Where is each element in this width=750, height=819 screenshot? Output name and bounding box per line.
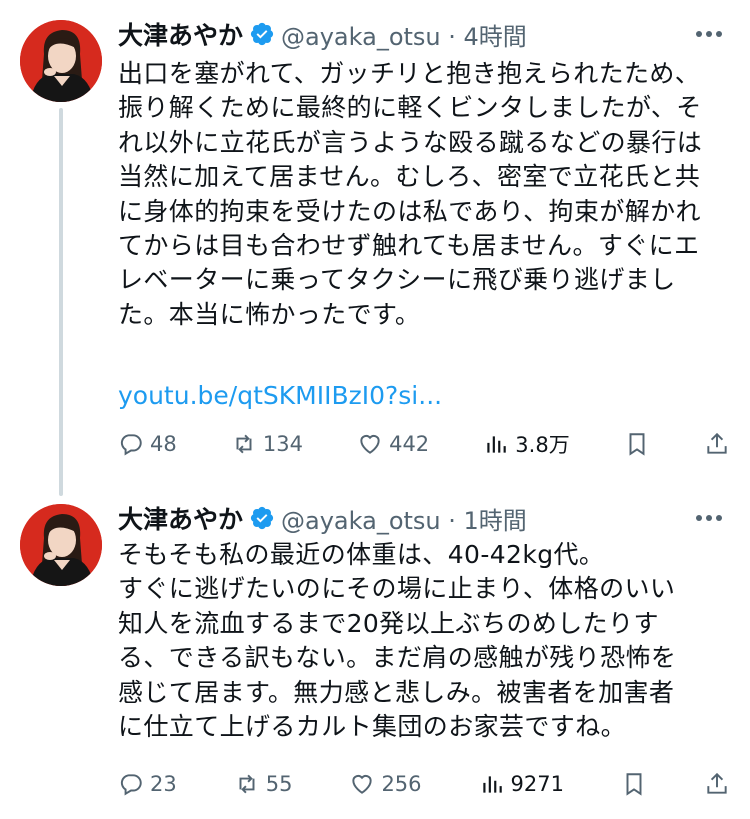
- bookmark-button[interactable]: [621, 771, 647, 797]
- display-name[interactable]: 大津あやか: [118, 500, 243, 536]
- reply-button[interactable]: 48: [118, 431, 177, 457]
- text-line: 知人を流血するまで20発以上ぶちのめしたりす: [118, 608, 659, 638]
- display-name[interactable]: 大津あやか: [118, 16, 243, 52]
- verified-badge-icon: [249, 505, 275, 531]
- text-line: レベーターに乗ってタクシーに飛び乗り逃げまし: [118, 265, 676, 295]
- text-line: そもそも私の最近の体重は、40-42kg代。: [118, 540, 605, 569]
- like-button[interactable]: 256: [349, 771, 422, 797]
- tweet-1[interactable]: 大津あやか @ayaka_otsu · 4時間 出口を塞がれて、ガッチリと抱き抱…: [0, 0, 750, 500]
- text-line: る、できる訳もない。まだ肩の感触が残り恐怖を: [118, 643, 677, 673]
- text-line: に仕立て上げるカルト集団のお家芸ですね。: [118, 712, 627, 742]
- text-line: 振り解くために最終的に軽くビンタしましたが、そ: [118, 93, 702, 123]
- text-line: てからは目も合わせず触れても居ません。すぐにエ: [118, 231, 700, 261]
- avatar[interactable]: [20, 20, 102, 102]
- retweet-button[interactable]: 55: [234, 771, 293, 797]
- action-bar: 48 134 442 3.8万: [118, 427, 730, 461]
- avatar[interactable]: [20, 504, 102, 586]
- tweet-text: 出口を塞がれて、ガッチリと抱き抱えられたため、 振り解くために最終的に軽くビンタ…: [118, 57, 728, 332]
- text-line: すぐに逃げたいのにその場に止まり、体格のいい: [118, 574, 676, 604]
- timestamp[interactable]: 4時間: [464, 23, 527, 51]
- tweet-header: 大津あやか @ayaka_otsu · 1時間: [118, 501, 527, 535]
- text-line: た。本当に怖かったです。: [118, 299, 421, 329]
- reply-icon: [120, 774, 142, 796]
- youtube-link[interactable]: youtu.be/qtSKMIIBzI0?si...: [118, 381, 442, 410]
- reply-icon: [120, 434, 142, 456]
- heart-icon: [360, 434, 380, 454]
- avatar-photo-icon: [20, 20, 102, 102]
- like-button[interactable]: 442: [357, 431, 429, 457]
- views-chart-icon: [482, 776, 502, 793]
- retweet-icon: [236, 434, 252, 454]
- share-icon: [707, 772, 727, 794]
- handle-text: @ayaka_otsu: [281, 506, 441, 535]
- tweet-header: 大津あやか @ayaka_otsu · 4時間: [118, 17, 527, 51]
- like-count: 256: [381, 772, 422, 796]
- views-button[interactable]: 9271: [479, 771, 564, 797]
- view-count: 3.8万: [515, 433, 570, 457]
- tweet-text: そもそも私の最近の体重は、40-42kg代。 すぐに逃げたいのにその場に止まり、…: [118, 538, 728, 744]
- handle[interactable]: @ayaka_otsu · 4時間: [281, 17, 527, 52]
- retweet-count: 55: [265, 772, 293, 796]
- bookmark-icon: [626, 773, 642, 796]
- avatar-photo-icon: [20, 504, 102, 586]
- share-icon: [707, 432, 727, 454]
- view-count: 9271: [510, 772, 564, 796]
- verified-badge-icon: [249, 21, 275, 47]
- handle-text: @ayaka_otsu: [281, 22, 441, 51]
- like-count: 442: [389, 432, 430, 456]
- reply-button[interactable]: 23: [118, 771, 177, 797]
- text-line: 感じて居ます。無力感と悲しみ。被害者を加害者: [118, 677, 675, 707]
- action-bar: 23 55 256 9271: [118, 767, 730, 801]
- bookmark-button[interactable]: [624, 431, 650, 457]
- more-options-icon[interactable]: [692, 501, 726, 535]
- timestamp[interactable]: 1時間: [464, 507, 527, 535]
- reply-count: 23: [150, 772, 177, 796]
- text-line: 出口を塞がれて、ガッチリと抱き抱えられたため、: [118, 59, 701, 88]
- more-options-icon[interactable]: [692, 17, 726, 51]
- text-line: れ以外に立花氏が言うような殴る蹴るなどの暴行は: [118, 127, 703, 157]
- retweet-icon: [239, 774, 255, 794]
- retweet-button[interactable]: 134: [231, 431, 303, 457]
- tweet-2[interactable]: 大津あやか @ayaka_otsu · 1時間 そもそも私の最近の体重は、40-…: [0, 500, 750, 819]
- retweet-count: 134: [262, 432, 303, 456]
- share-button[interactable]: [704, 771, 730, 797]
- reply-count: 48: [150, 432, 177, 456]
- thread-line: [59, 108, 63, 496]
- bookmark-icon: [629, 433, 645, 456]
- share-button[interactable]: [704, 431, 730, 457]
- heart-icon: [352, 774, 373, 794]
- handle[interactable]: @ayaka_otsu · 1時間: [281, 501, 527, 536]
- views-button[interactable]: 3.8万: [483, 429, 570, 459]
- text-line: 当然に加えて居ません。むしろ、密室で立花氏と共: [118, 162, 701, 192]
- text-line: に身体的拘束を受けたのは私であり、拘束が解かれ: [118, 196, 701, 226]
- views-chart-icon: [487, 436, 507, 453]
